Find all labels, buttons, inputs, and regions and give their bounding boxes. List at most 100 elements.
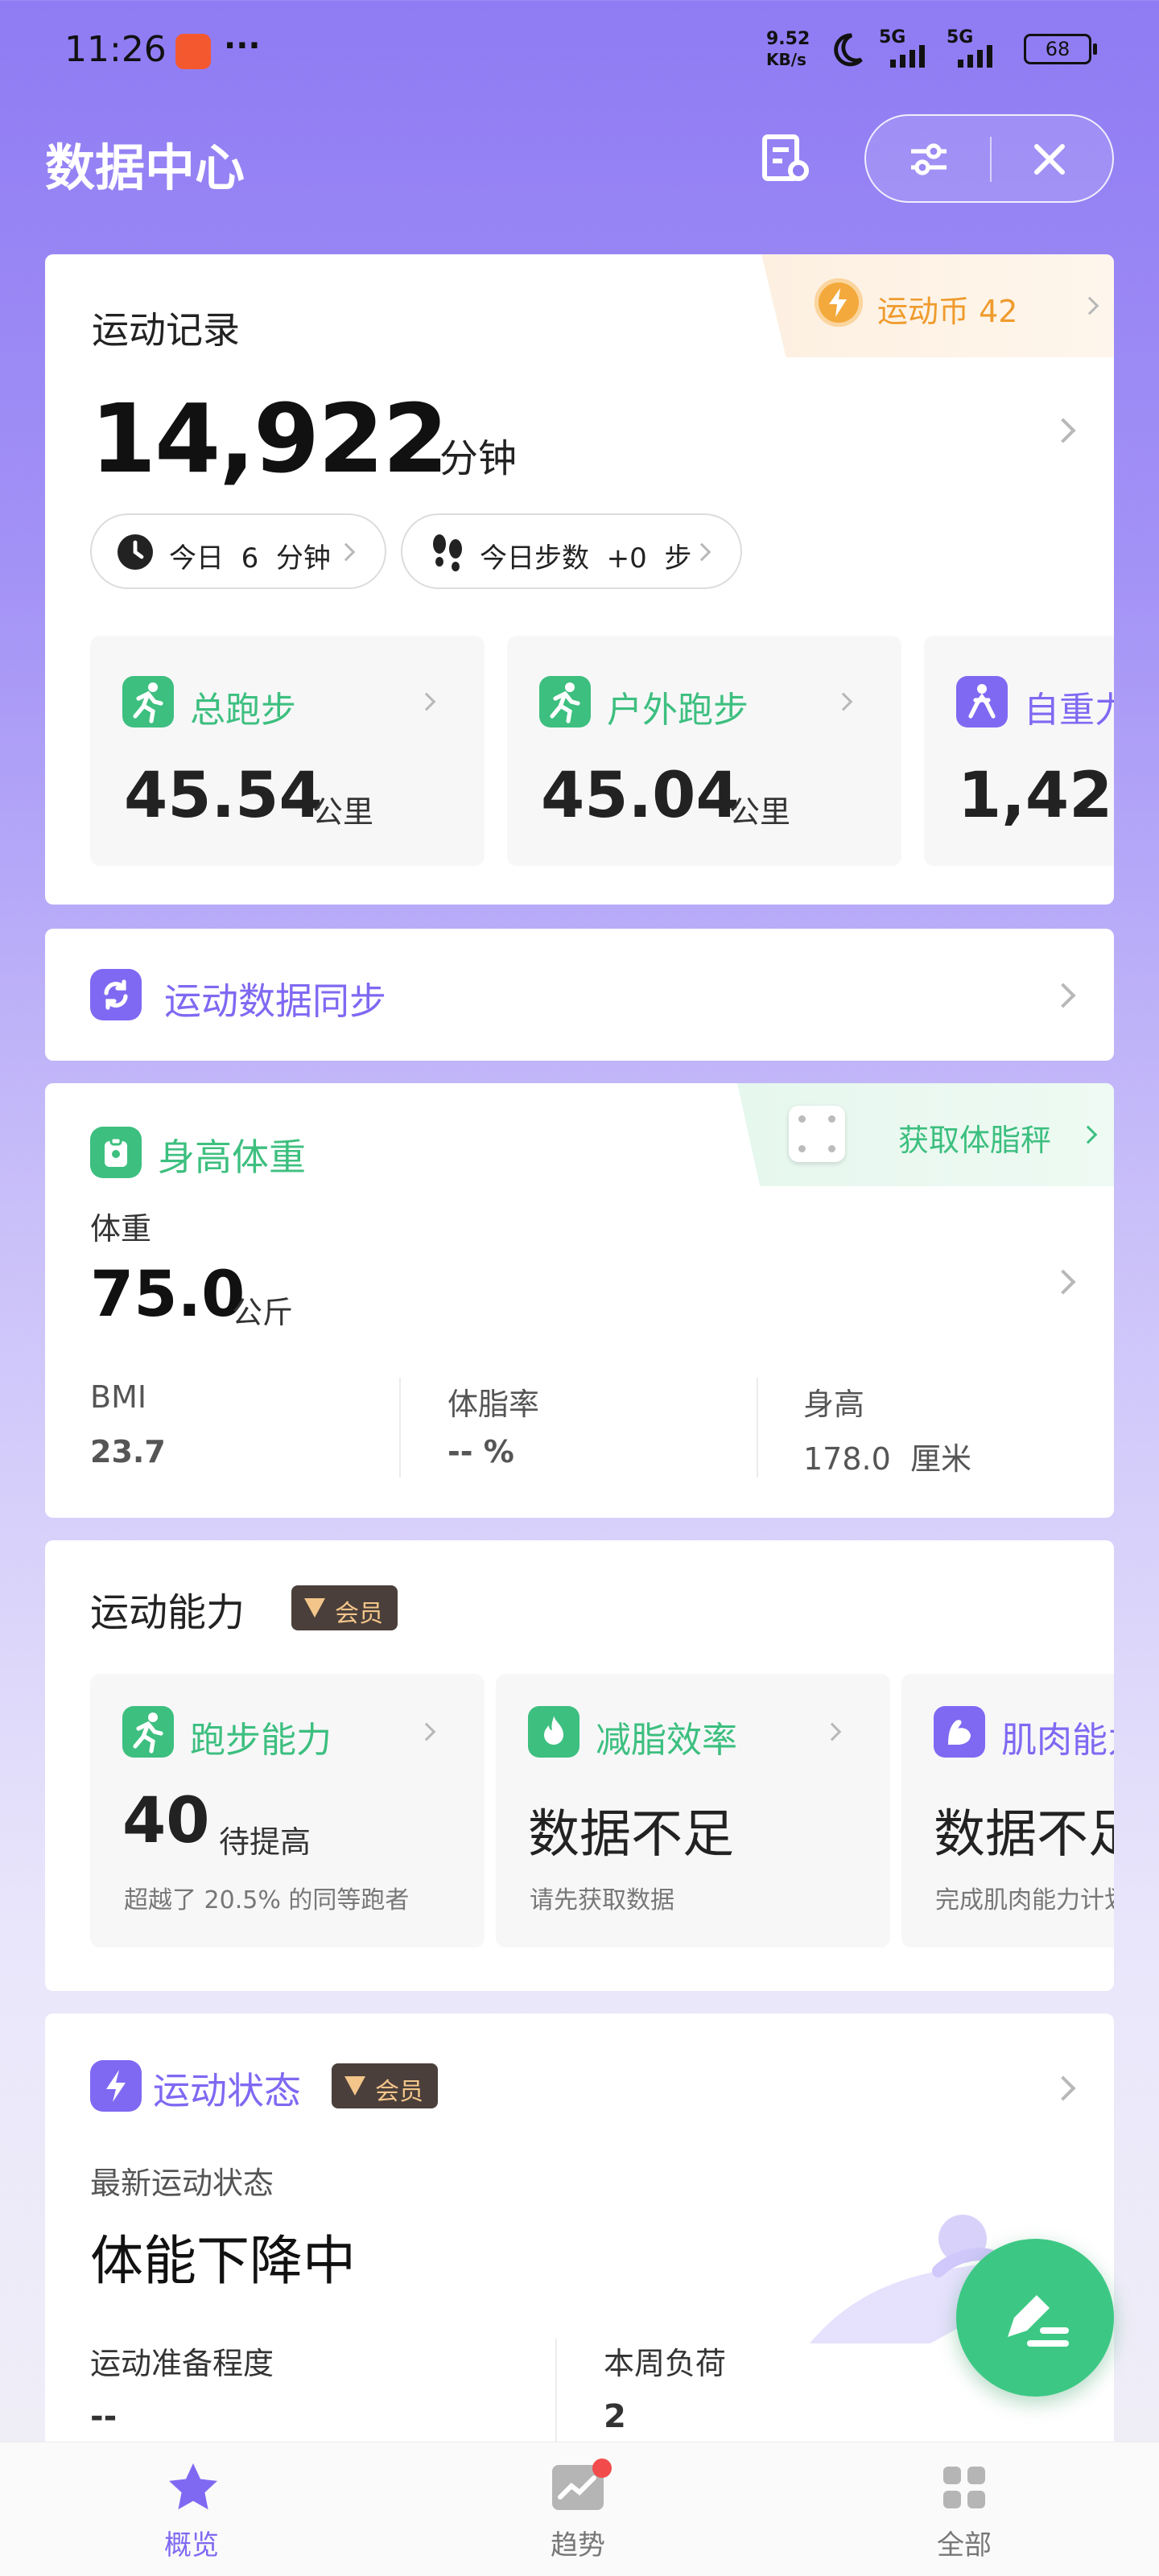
sync-label: 运动数据同步	[164, 979, 386, 1023]
nav-trends-label: 趋势	[551, 2529, 605, 2562]
pill-divider	[990, 137, 992, 182]
today-steps-label: 今日步数 +0 步	[480, 542, 692, 575]
sport-coins-label: 运动币 42	[877, 294, 1018, 329]
pencil-icon	[1008, 2295, 1069, 2347]
fat-burn-value: 数据不足	[528, 1805, 734, 1865]
close-icon[interactable]	[1030, 140, 1069, 179]
member-badge: 会员	[291, 1585, 398, 1630]
running-icon	[122, 676, 174, 727]
settings-sliders-icon[interactable]	[906, 138, 951, 180]
running-ability-tile[interactable]: 跑步能力 40 待提高 超越了 20.5% 的同等跑者	[90, 1674, 485, 1947]
app-notification-icon	[175, 34, 211, 69]
sync-icon	[90, 969, 142, 1020]
exercise-record-card[interactable]: 运动记录 运动币 42 14,922 分钟 今日 6 分钟 今日步数 +0 步 …	[45, 254, 1114, 905]
stat-divider	[399, 1378, 401, 1478]
today-minutes-chevron-icon	[336, 542, 356, 562]
moon-icon	[834, 33, 863, 67]
sync-chevron-icon	[1050, 983, 1076, 1008]
today-minutes-label: 今日 6 分钟	[169, 542, 331, 575]
status-time: 11:26	[64, 29, 167, 70]
muscle-ability-tile[interactable]: 肌肉能力 数据不足 完成肌肉能力计划	[901, 1674, 1114, 1947]
member-badge-label: 会员	[335, 1600, 383, 1628]
weight-value: 75.0	[90, 1259, 245, 1331]
total-running-title: 总跑步	[190, 690, 296, 731]
get-scale-label: 获取体脂秤	[898, 1123, 1052, 1158]
status-bar: 11:26 ··· 9.52 KB/s 5G 5G 68	[0, 0, 1159, 97]
page-title: 数据中心	[45, 138, 245, 197]
today-steps-chip[interactable]: 今日步数 +0 步	[401, 513, 742, 589]
signal-icon-1	[890, 45, 925, 68]
sport-status-card[interactable]: 运动状态 会员 最新运动状态 体能下降中 运动准备程度 -- 本周负荷 2	[45, 2013, 1114, 2464]
battery-level: 68	[1045, 38, 1070, 60]
latest-status-value: 体能下降中	[90, 2230, 356, 2292]
sport-coins-button[interactable]: 运动币 42	[761, 254, 1114, 357]
nav-overview-label: 概览	[164, 2529, 219, 2562]
fat-burn-tile[interactable]: 减脂效率 数据不足 请先获取数据	[496, 1674, 890, 1947]
body-fat-label: 体脂率	[448, 1387, 540, 1422]
sport-status-chevron-icon	[1050, 2075, 1076, 2101]
stat-divider	[555, 2339, 557, 2451]
muscle-ability-title: 肌肉能力	[1001, 1720, 1114, 1761]
vip-triangle-icon	[304, 1598, 325, 1618]
exercise-record-chevron-icon[interactable]	[1050, 418, 1076, 443]
exercise-record-title: 运动记录	[92, 308, 240, 352]
total-minutes-value: 14,922	[90, 383, 448, 494]
grid-icon	[943, 2467, 985, 2508]
height-weight-title: 身高体重	[158, 1136, 306, 1179]
net-speed-bottom: KB/s	[766, 50, 806, 69]
running-ability-title: 跑步能力	[190, 1720, 332, 1761]
bodyweight-tile[interactable]: 自重力 1,428	[924, 636, 1114, 866]
outdoor-running-value: 45.04	[541, 760, 740, 832]
height-value: 178.0 厘米	[803, 1441, 971, 1477]
report-icon[interactable]	[757, 130, 815, 188]
weekly-load-value: 2	[604, 2398, 626, 2435]
scale-icon	[789, 1106, 845, 1162]
sport-ability-card: 运动能力 会员 跑步能力 40 待提高 超越了 20.5% 的同等跑者 减脂效率…	[45, 1540, 1114, 1991]
vip-triangle-icon	[344, 2076, 365, 2096]
today-minutes-chip[interactable]: 今日 6 分钟	[90, 513, 386, 589]
star-icon	[169, 2463, 217, 2510]
total-running-chevron-icon	[417, 692, 436, 711]
net-speed-top: 9.52	[766, 29, 810, 49]
muscle-ability-value: 数据不足	[934, 1805, 1114, 1865]
scale-chevron-icon	[1079, 1125, 1098, 1144]
status-more-dots: ···	[224, 27, 261, 64]
running-ability-value: 40	[122, 1785, 210, 1857]
status-member-badge: 会员	[332, 2063, 438, 2108]
lightning-glyph	[829, 288, 847, 317]
muscle-ability-desc: 完成肌肉能力计划	[935, 1886, 1114, 1914]
nav-all-label: 全部	[937, 2529, 992, 2562]
nav-item-trends[interactable]: 趋势	[515, 2459, 644, 2563]
height-weight-card[interactable]: 身高体重 获取体脂秤 体重 75.0 公斤 BMI 23.7 体脂率 -- % …	[45, 1083, 1114, 1518]
fat-burn-chevron-icon	[823, 1722, 842, 1741]
weight-unit: 公斤	[232, 1295, 294, 1330]
nav-item-overview[interactable]: 概览	[129, 2459, 258, 2563]
clipboard-icon	[90, 1127, 142, 1178]
fat-burn-title: 减脂效率	[596, 1720, 737, 1761]
latest-status-label: 最新运动状态	[90, 2166, 274, 2201]
trends-notification-dot	[592, 2459, 612, 2478]
get-body-fat-scale-button[interactable]: 获取体脂秤	[737, 1083, 1114, 1186]
nav-item-all[interactable]: 全部	[901, 2459, 1030, 2563]
outdoor-running-title: 户外跑步	[607, 690, 749, 731]
bmi-value: 23.7	[90, 1434, 166, 1469]
status-member-badge-label: 会员	[375, 2078, 423, 2106]
outdoor-running-tile[interactable]: 户外跑步 45.04 公里	[507, 636, 901, 866]
total-running-value: 45.54	[124, 760, 323, 832]
outdoor-running-icon	[539, 676, 591, 727]
data-sync-card[interactable]: 运动数据同步	[45, 929, 1114, 1061]
signal-icon-2	[958, 45, 992, 68]
body-fat-value: -- %	[448, 1434, 514, 1469]
readiness-value: --	[90, 2398, 118, 2435]
outdoor-running-chevron-icon	[834, 692, 853, 711]
total-running-tile[interactable]: 总跑步 45.54 公里	[90, 636, 485, 866]
record-workout-fab[interactable]	[956, 2239, 1114, 2397]
bodyweight-value: 1,428	[958, 760, 1114, 832]
bottom-nav: 概览 趋势 全部	[0, 2442, 1159, 2576]
clock-icon	[118, 534, 153, 570]
total-minutes-unit: 分钟	[439, 436, 518, 481]
flame-icon	[528, 1706, 580, 1758]
running-ability-status: 待提高	[219, 1824, 311, 1860]
readiness-label: 运动准备程度	[90, 2346, 274, 2381]
sport-ability-title: 运动能力	[90, 1590, 245, 1635]
